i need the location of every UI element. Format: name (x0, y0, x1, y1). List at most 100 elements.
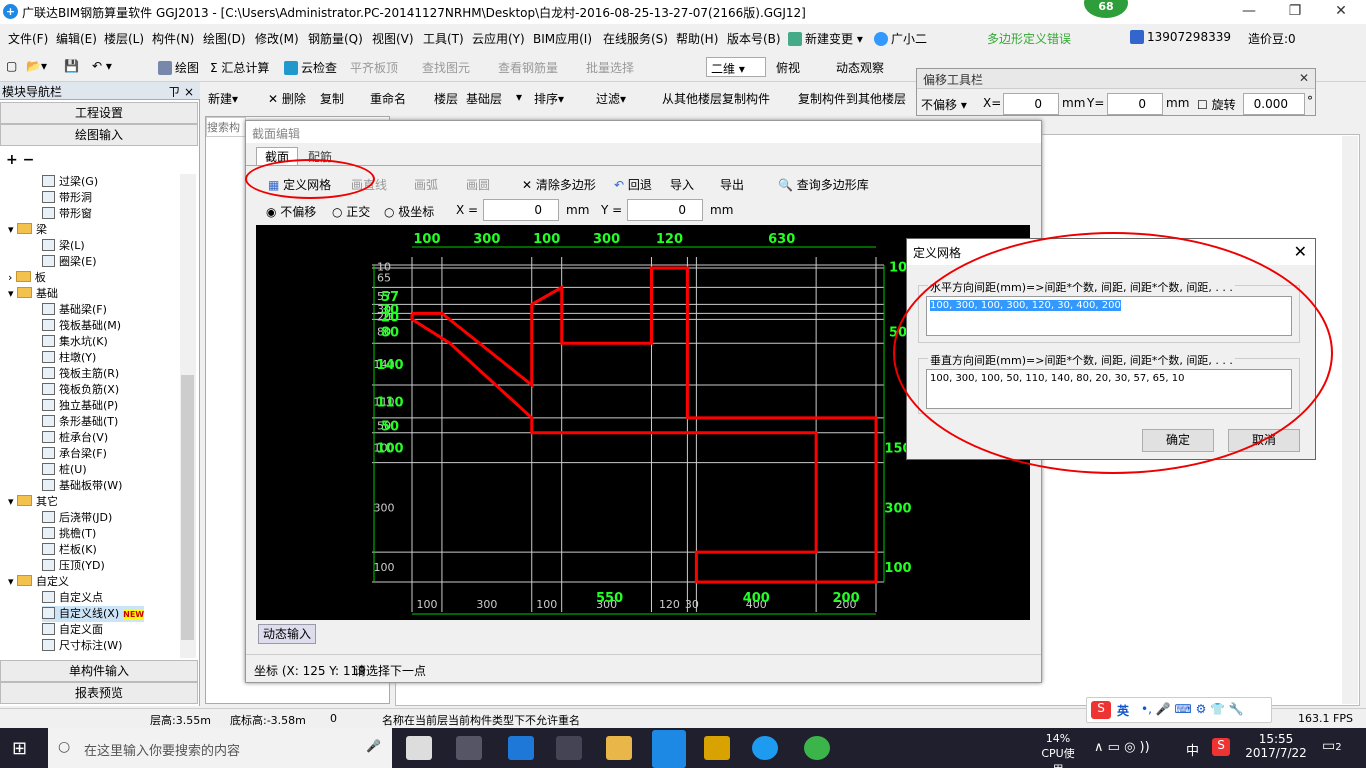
tree-item[interactable]: 后浇带(JD) (42, 510, 112, 526)
tree-item[interactable]: 自定义线(X) NEW (42, 606, 145, 622)
draw-arc-button[interactable]: 画弧 (414, 176, 438, 193)
tree-item[interactable]: 压顶(YD) (42, 558, 105, 574)
tree-expander-icon[interactable]: ▾ (8, 223, 17, 236)
menu-assistant[interactable]: 广小二 (874, 30, 927, 47)
floor-select[interactable]: 基础层 (466, 90, 502, 107)
tree-folder[interactable]: ▾ 梁 (8, 222, 47, 238)
undo-step-button[interactable]: ↶ 回退 (614, 176, 652, 193)
tree-folder[interactable]: ▾ 自定义 (8, 574, 69, 590)
tree-expander-icon[interactable]: › (8, 271, 16, 284)
tree-item[interactable]: 圈梁(E) (42, 254, 97, 270)
mode-polar[interactable]: ○ 极坐标 (384, 203, 434, 220)
single-component-button[interactable]: 单构件输入 (0, 660, 198, 682)
find-element-button[interactable]: 查找图元 (422, 59, 470, 76)
polygon-library-button[interactable]: 🔍 查询多边形库 (778, 176, 869, 193)
nav-scroll-thumb[interactable] (181, 375, 194, 640)
tree-item[interactable]: 筏板负筋(X) (42, 382, 119, 398)
tray-lang[interactable]: 中 (1186, 740, 1199, 759)
delete-button[interactable]: ✕ 删除 (268, 90, 306, 107)
mode-orthogonal[interactable]: ○ 正交 (332, 203, 370, 220)
edge-icon[interactable] (508, 736, 534, 760)
import-button[interactable]: 导入 (670, 176, 694, 193)
menu-bim[interactable]: BIM应用(I) (533, 30, 592, 47)
open-folder-icon[interactable]: 📂▾ (26, 59, 47, 73)
ime-lang[interactable]: 英 (1117, 702, 1129, 719)
floor-select-arrow[interactable]: ▾ (516, 90, 522, 104)
menu-draw[interactable]: 绘图(D) (203, 30, 246, 47)
sogou-icon[interactable]: S (1091, 701, 1111, 719)
tree-item[interactable]: 桩(U) (42, 462, 87, 478)
browser-icon[interactable] (804, 736, 830, 760)
menu-online[interactable]: 在线服务(S) (603, 30, 668, 47)
tree-item[interactable]: 尺寸标注(W) (42, 638, 122, 654)
notification-center[interactable]: ▭2 (1322, 738, 1342, 754)
report-preview-button[interactable]: 报表预览 (0, 682, 198, 704)
cloud-check-button[interactable]: 云检查 (284, 59, 337, 76)
tree-item[interactable]: 承台梁(F) (42, 446, 107, 462)
user-account[interactable]: 13907298339 (1130, 30, 1231, 44)
rotate-checkbox[interactable]: ☐ 旋转 (1197, 96, 1236, 113)
align-top-button[interactable]: 平齐板顶 (350, 59, 398, 76)
maximize-button[interactable]: ❐ (1272, 0, 1318, 24)
view-mode-select[interactable]: 二维 ▾ (706, 57, 766, 77)
glodon-icon[interactable] (752, 736, 778, 760)
tree-item[interactable]: 柱墩(Y) (42, 350, 96, 366)
summary-calc-button[interactable]: Σ 汇总计算 (210, 59, 269, 76)
save-icon[interactable]: 💾 (64, 59, 79, 73)
store-icon[interactable] (556, 736, 582, 760)
tree-item[interactable]: 挑檐(T) (42, 526, 96, 542)
menu-modify[interactable]: 修改(M) (255, 30, 299, 47)
view-rebar-button[interactable]: 查看钢筋量 (498, 59, 558, 76)
copy-from-floor-button[interactable]: 从其他楼层复制构件 (662, 90, 770, 107)
tree-item[interactable]: 带形洞 (42, 190, 92, 206)
tree-item[interactable]: 梁(L) (42, 238, 85, 254)
copy-button[interactable]: 复制 (320, 90, 344, 107)
offset-close-icon[interactable]: ✕ (1299, 71, 1309, 85)
expand-collapse-icon[interactable]: + − (6, 152, 34, 168)
draw-button[interactable]: 绘图 (158, 59, 199, 76)
taskbar-search[interactable]: ○ 在这里输入你要搜索的内容 🎤 (48, 728, 392, 768)
menu-rebar[interactable]: 钢筋量(Q) (308, 30, 363, 47)
draw-circle-button[interactable]: 画圆 (466, 176, 490, 193)
sort-button[interactable]: 排序▾ (534, 90, 564, 107)
copy-to-floor-button[interactable]: 复制构件到其他楼层 (798, 90, 906, 107)
grid-close-icon[interactable]: ✕ (1294, 242, 1307, 261)
menu-file[interactable]: 文件(F) (8, 30, 48, 47)
tree-folder[interactable]: › 板 (8, 270, 46, 286)
tree-item[interactable]: 带形窗 (42, 206, 92, 222)
explorer-icon[interactable] (606, 736, 632, 760)
menu-cloud[interactable]: 云应用(Y) (472, 30, 525, 47)
nav-pin-icon[interactable]: ㄗ × (168, 83, 194, 100)
tree-item[interactable]: 基础板带(W) (42, 478, 122, 494)
menu-view[interactable]: 视图(V) (372, 30, 414, 47)
start-icon[interactable]: ⊞ (12, 738, 34, 759)
dynamic-input-button[interactable]: 动态输入 (258, 624, 316, 644)
dynamic-view-button[interactable]: 动态观察 (836, 59, 884, 76)
tree-item[interactable]: 条形基础(T) (42, 414, 118, 430)
tree-expander-icon[interactable]: ▾ (8, 287, 17, 300)
tree-item[interactable]: 筏板主筋(R) (42, 366, 119, 382)
new-component-button[interactable]: 新建▾ (208, 90, 238, 107)
menu-edit[interactable]: 编辑(E) (56, 30, 97, 47)
tree-item[interactable]: 桩承台(V) (42, 430, 108, 446)
search-input[interactable] (206, 117, 246, 137)
project-settings-button[interactable]: 工程设置 (0, 102, 198, 124)
menu-help[interactable]: 帮助(H) (676, 30, 718, 47)
right-scrollbar[interactable] (1342, 136, 1358, 704)
tree-expander-icon[interactable]: ▾ (8, 575, 17, 588)
tree-item[interactable]: 栏板(K) (42, 542, 97, 558)
tray-sogou-icon[interactable]: S (1212, 738, 1230, 756)
tree-item[interactable]: 自定义点 (42, 590, 103, 606)
filter-button[interactable]: 过滤▾ (596, 90, 626, 107)
menu-tools[interactable]: 工具(T) (423, 30, 464, 47)
ime-tools-icon[interactable]: •, 🎤 ⌨ ⚙ 👕 🔧 (1141, 702, 1244, 716)
offset-x-input[interactable]: 0 (1003, 93, 1059, 115)
tree-expander-icon[interactable]: ▾ (8, 495, 17, 508)
notification-badge[interactable]: 68 (1084, 0, 1128, 18)
top-view-button[interactable]: 俯视 (776, 59, 800, 76)
menu-new-change[interactable]: 新建变更 ▾ (788, 30, 863, 47)
clear-polygon-button[interactable]: ✕ 清除多边形 (522, 176, 596, 193)
menu-version[interactable]: 版本号(B) (727, 30, 781, 47)
app-icon-1[interactable] (406, 736, 432, 760)
rotate-input[interactable]: 0.000 (1243, 93, 1305, 115)
